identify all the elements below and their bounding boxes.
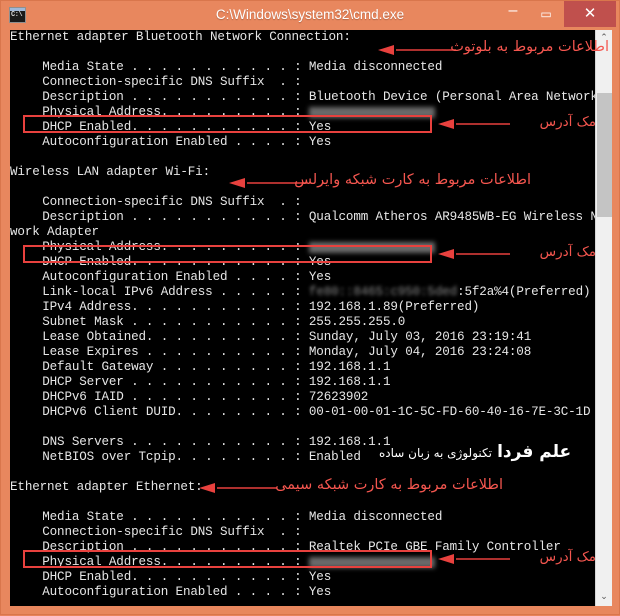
console-line-bt-dns-suffix: Connection-specific DNS Suffix . : bbox=[20, 75, 302, 89]
maximize-button[interactable]: ▭ bbox=[531, 1, 561, 27]
console-line-wifi-lease-expires: Lease Expires . . . . . . . . . . : Mond… bbox=[20, 345, 532, 359]
scrollbar-thumb[interactable] bbox=[597, 93, 612, 217]
maximize-icon: ▭ bbox=[540, 7, 552, 21]
console-line-blank-2 bbox=[10, 150, 595, 165]
console-line-wifi-ipv4: IPv4 Address. . . . . . . . . . . : 192.… bbox=[20, 300, 480, 314]
console-line-wifi-dhcp-server: DHCP Server . . . . . . . . . . . : 192.… bbox=[20, 375, 391, 389]
console-text: Ethernet adapter Bluetooth Network Conne… bbox=[10, 30, 595, 600]
close-icon: ✕ bbox=[583, 5, 597, 22]
console-line-wifi-dhcp-enabled: DHCP Enabled. . . . . . . . . . . : Yes bbox=[20, 255, 332, 269]
console-scrollbar[interactable]: ⌃ ⌄ bbox=[595, 30, 612, 606]
console-line-wifi-subnet: Subnet Mask . . . . . . . . . . . : 255.… bbox=[20, 315, 406, 329]
console-line-eth-header: Ethernet adapter Ethernet: bbox=[10, 480, 203, 494]
console-line-wifi-dns-suffix: Connection-specific DNS Suffix . : bbox=[20, 195, 302, 209]
close-button[interactable]: ✕ bbox=[564, 1, 616, 27]
console-line-blank-3 bbox=[10, 180, 595, 195]
console-line-wifi-physical-address: Physical Address. . . . . . . . . : 00-2… bbox=[10, 240, 595, 255]
console-line-eth-dhcp-enabled: DHCP Enabled. . . . . . . . . . . : Yes bbox=[20, 570, 332, 584]
redacted-mac-address: B8-88-E3-0A-24-7C bbox=[308, 557, 435, 568]
console-line-bt-dhcp-enabled: DHCP Enabled. . . . . . . . . . . : Yes bbox=[20, 120, 332, 134]
console-line-wifi-dhcpv6-iaid: DHCPv6 IAID . . . . . . . . . . . : 7262… bbox=[20, 390, 369, 404]
minimize-icon: – bbox=[508, 2, 518, 19]
console-line-bt-physical-address: Physical Address. . . . . . . . . : 00-2… bbox=[10, 105, 595, 120]
console-line-wifi-header: Wireless LAN adapter Wi-Fi: bbox=[10, 165, 211, 179]
console-line-eth-media-state: Media State . . . . . . . . . . . : Medi… bbox=[20, 510, 443, 524]
console-line-eth-dns-suffix: Connection-specific DNS Suffix . : bbox=[20, 525, 302, 539]
redacted-mac-address: 00-27-13-16-F3-98 bbox=[308, 107, 435, 118]
console-line-blank-4 bbox=[10, 420, 595, 435]
cmd-window: C:\ C:\Windows\system32\cmd.exe – ▭ ✕ Et… bbox=[0, 0, 620, 615]
redacted-mac-address: 00-27-10-16-F1-89 bbox=[308, 242, 435, 253]
title-bar[interactable]: C:\ C:\Windows\system32\cmd.exe – ▭ ✕ bbox=[1, 1, 619, 28]
console-line-wifi-dhcpv6-duid: DHCPv6 Client DUID. . . . . . . . : 00-0… bbox=[20, 405, 591, 419]
console-line-wifi-dns-servers: DNS Servers . . . . . . . . . . . : 192.… bbox=[20, 435, 391, 449]
console-line-bt-header: Ethernet adapter Bluetooth Network Conne… bbox=[10, 30, 351, 44]
console-line-wifi-gateway: Default Gateway . . . . . . . . . : 192.… bbox=[20, 360, 391, 374]
console-line-bt-autoconfig: Autoconfiguration Enabled . . . . : Yes bbox=[20, 135, 332, 149]
console-line-bt-description: Description . . . . . . . . . . . : Blue… bbox=[20, 90, 595, 104]
redacted-ipv6-prefix: fe80::8465:c950:5ded bbox=[308, 285, 458, 299]
console-line-wifi-description-wrap: work Adapter bbox=[10, 225, 99, 239]
console-line-eth-description: Description . . . . . . . . . . . : Real… bbox=[20, 540, 561, 554]
console-output-area[interactable]: Ethernet adapter Bluetooth Network Conne… bbox=[10, 30, 595, 606]
scroll-down-icon[interactable]: ⌄ bbox=[596, 589, 612, 606]
console-line-eth-autoconfig: Autoconfiguration Enabled . . . . : Yes bbox=[20, 585, 332, 599]
console-line-bt-media-state: Media State . . . . . . . . . . . : Medi… bbox=[20, 60, 443, 74]
console-line-blank-1 bbox=[10, 45, 595, 60]
console-line-wifi-ipv6: Link-local IPv6 Address . . . . . : fe80… bbox=[20, 285, 591, 299]
console-line-blank-6 bbox=[10, 495, 595, 510]
scroll-up-icon[interactable]: ⌃ bbox=[596, 30, 612, 47]
console-line-wifi-lease-obtained: Lease Obtained. . . . . . . . . . : Sund… bbox=[20, 330, 532, 344]
console-line-wifi-netbios: NetBIOS over Tcpip. . . . . . . . : Enab… bbox=[20, 450, 361, 464]
console-line-blank-5 bbox=[10, 465, 595, 480]
minimize-button[interactable]: – bbox=[498, 1, 528, 27]
console-line-wifi-description: Description . . . . . . . . . . . : Qual… bbox=[20, 210, 595, 224]
console-line-eth-physical-address: Physical Address. . . . . . . . . : B8-8… bbox=[10, 555, 595, 570]
console-line-wifi-autoconfig: Autoconfiguration Enabled . . . . : Yes bbox=[20, 270, 332, 284]
